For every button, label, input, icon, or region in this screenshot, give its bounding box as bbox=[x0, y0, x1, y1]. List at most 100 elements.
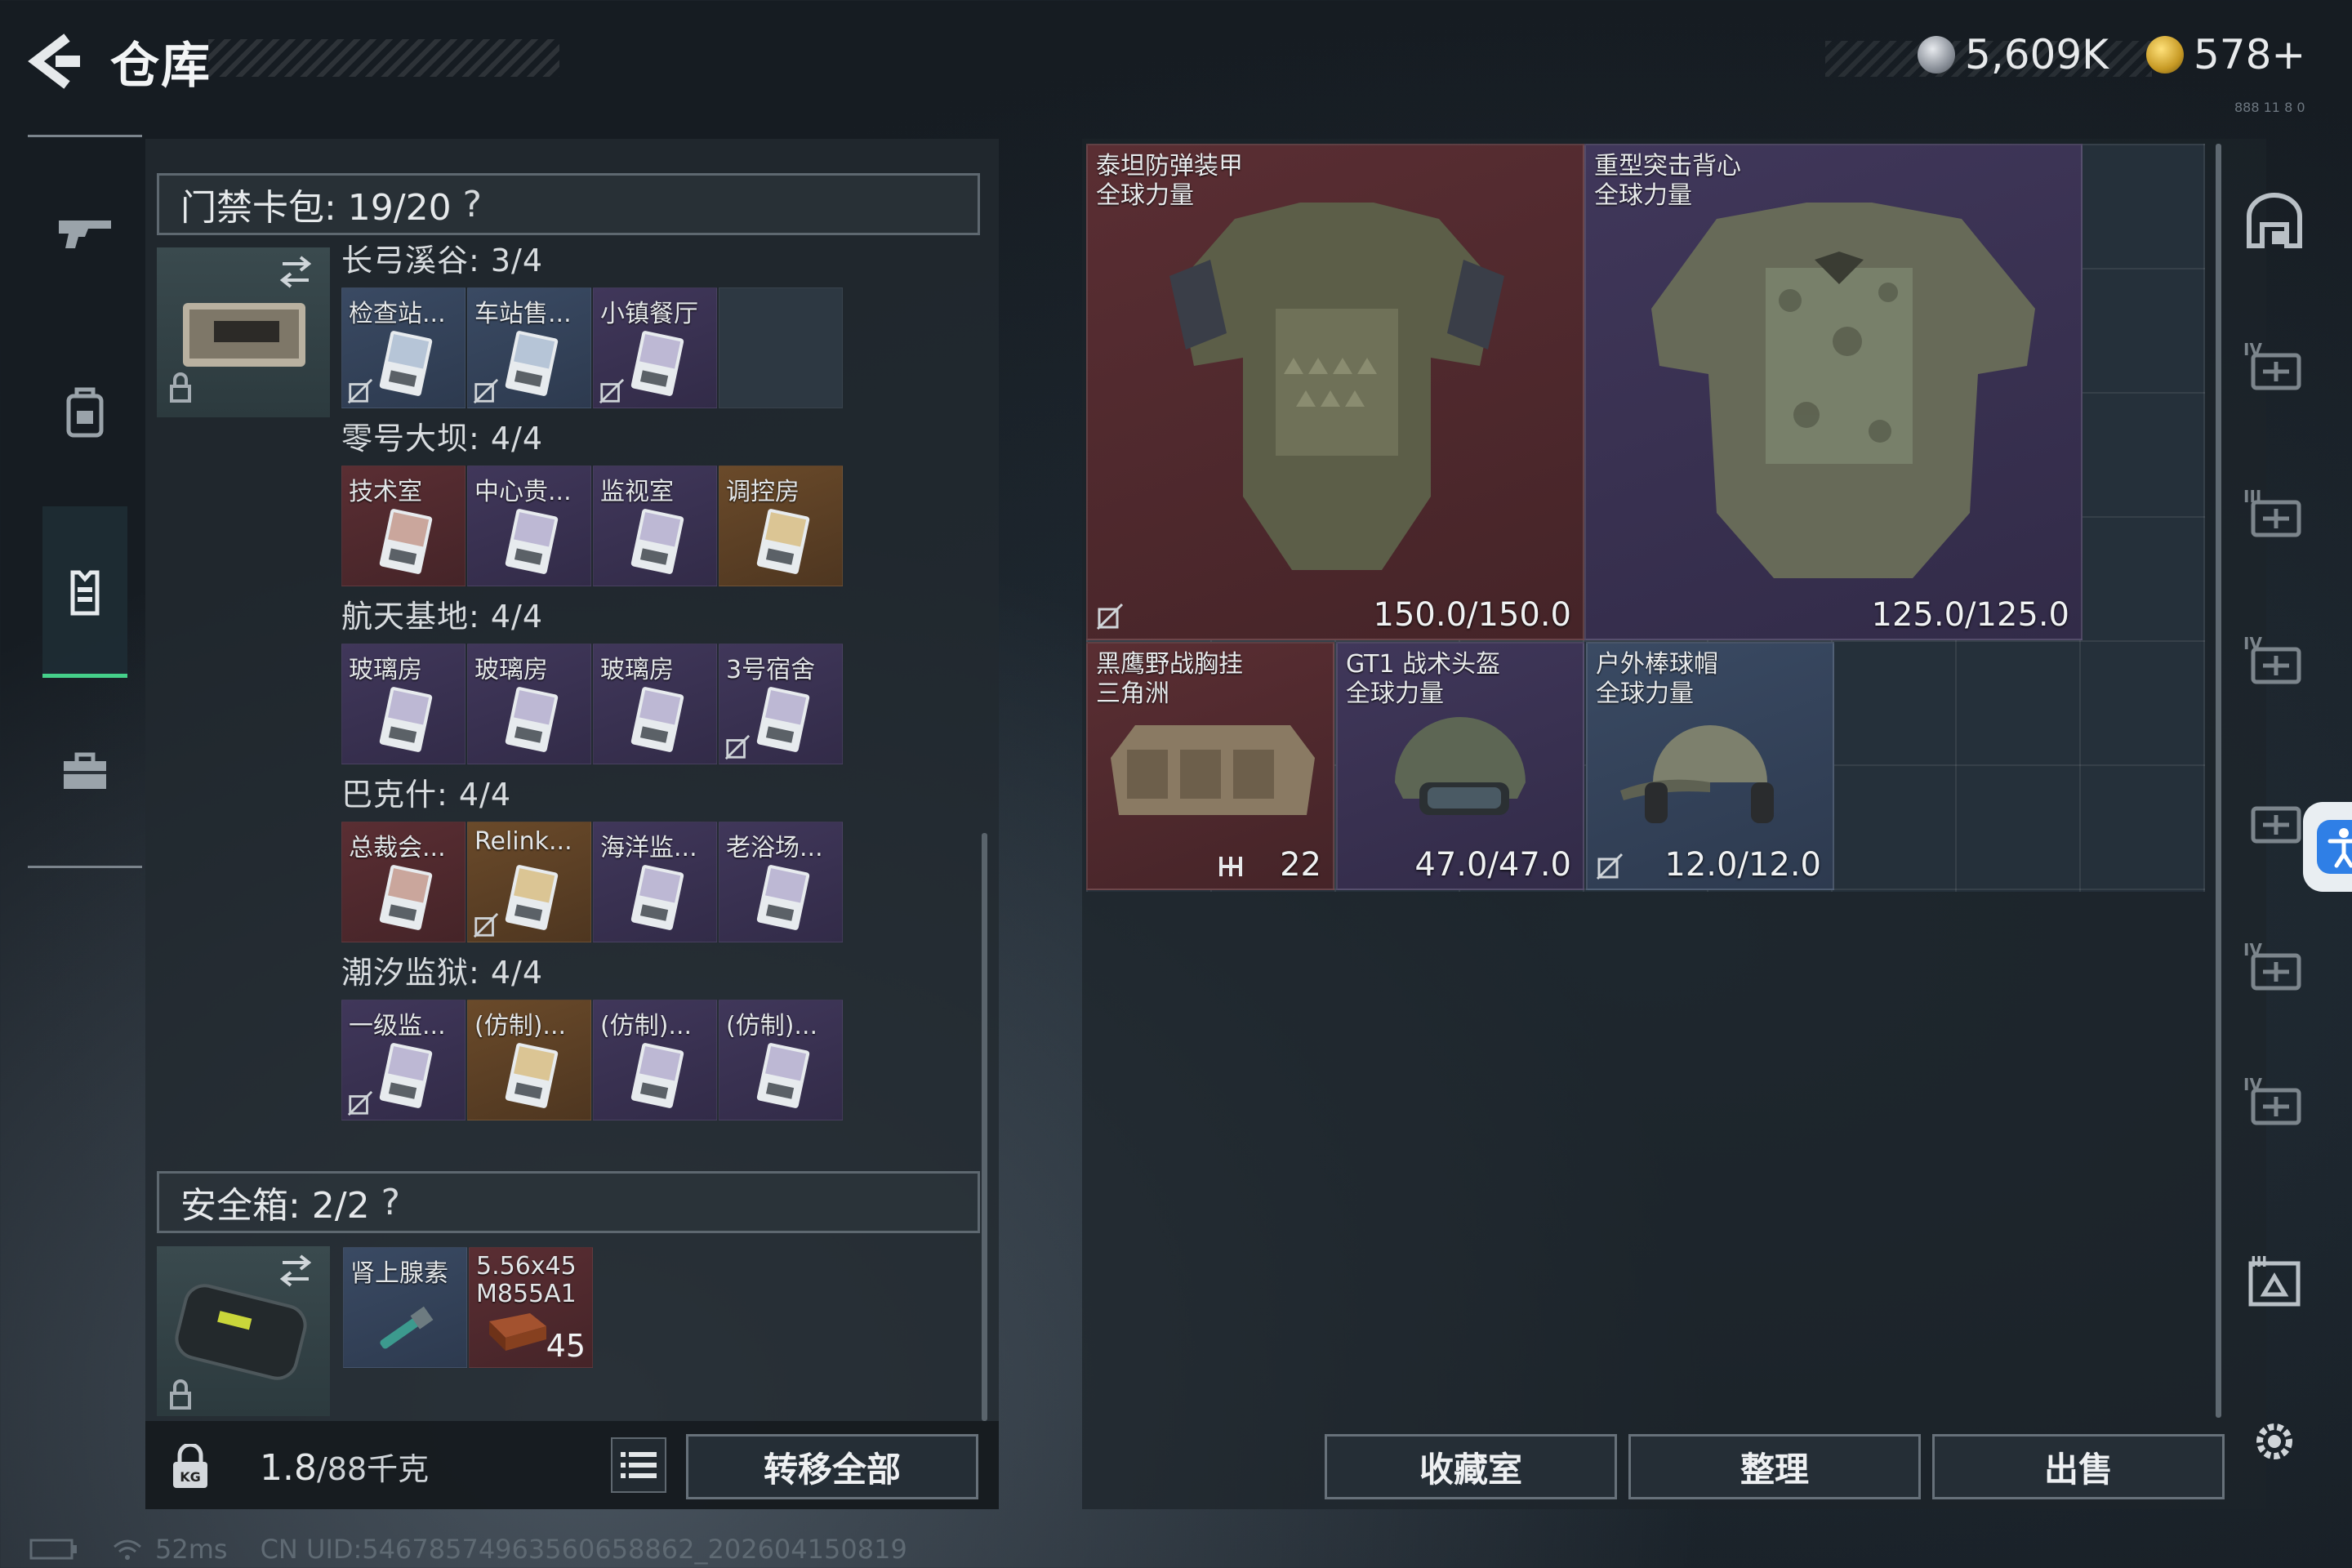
keycard-slot[interactable]: 调控房 bbox=[719, 466, 843, 586]
syringe-icon bbox=[380, 1306, 434, 1349]
keycard-label: 技术室 bbox=[349, 478, 422, 506]
gear-slot-icon bbox=[2251, 806, 2301, 844]
keycard-icon bbox=[505, 865, 559, 930]
keycard-slot[interactable]: (仿制)... bbox=[593, 1000, 717, 1120]
keycard-icon bbox=[630, 331, 684, 396]
wifi-icon bbox=[114, 1539, 141, 1560]
stash-scrollbar[interactable] bbox=[2216, 144, 2221, 1418]
keycard-slot[interactable]: 玻璃房 bbox=[467, 644, 591, 764]
rail-weapons[interactable] bbox=[28, 176, 142, 290]
safe-section-label: 安全箱: 2/2 bbox=[180, 1185, 370, 1227]
safe-section-header: 安全箱: 2/2 ? bbox=[157, 1171, 980, 1233]
keycard-label: Relink... bbox=[474, 827, 572, 856]
accessibility-button[interactable] bbox=[2303, 802, 2352, 892]
gear-slot-icon: IV bbox=[2243, 1075, 2301, 1125]
keycard-slot[interactable]: 玻璃房 bbox=[341, 644, 466, 764]
rail-category-6[interactable]: IV bbox=[2238, 1045, 2311, 1160]
help-icon[interactable]: ? bbox=[463, 184, 482, 225]
keycard-label: 车站售... bbox=[474, 300, 572, 328]
keycard-icon bbox=[756, 865, 810, 930]
equip-vest-heavy[interactable]: 重型突击背心 全球力量 125.0/125.0 bbox=[1584, 144, 2082, 640]
rail-category-4[interactable] bbox=[2238, 764, 2311, 878]
back-arrow-icon[interactable] bbox=[24, 33, 82, 90]
keycard-label: 海洋监... bbox=[600, 834, 697, 862]
rail-camera-a[interactable]: III bbox=[2238, 1225, 2311, 1339]
keycard-icon bbox=[630, 509, 684, 574]
stash-house-icon bbox=[2247, 193, 2302, 248]
keycard-holder-slot[interactable] bbox=[157, 247, 330, 417]
keycard-slot[interactable]: Relink... bbox=[467, 822, 591, 942]
safe-cell-adrenaline[interactable]: 肾上腺素 bbox=[343, 1247, 467, 1368]
rail-category-1[interactable]: IV bbox=[2238, 310, 2311, 425]
silver-coin-icon bbox=[1918, 36, 1955, 74]
keycard-section-header: 门禁卡包: 19/20 ? bbox=[157, 173, 980, 235]
currency-gold[interactable]: 578+ bbox=[2146, 31, 2305, 78]
rail-settings[interactable] bbox=[2238, 1384, 2311, 1499]
rail-category-3[interactable]: IV bbox=[2238, 604, 2311, 719]
equip-helmet-gt1[interactable]: GT1 战术头盔 全球力量 47.0/47.0 bbox=[1336, 642, 1584, 890]
keycard-label: 检查站... bbox=[349, 300, 446, 328]
weight-lock-icon: KG bbox=[170, 1444, 211, 1490]
build-info: 888 11 8 0 bbox=[2234, 100, 2305, 115]
rail-stash-home[interactable] bbox=[2238, 163, 2311, 278]
network-status: 52ms bbox=[111, 1534, 228, 1565]
currency-silver[interactable]: 5,609K bbox=[1918, 31, 2109, 78]
keycard-slot[interactable]: 中心贵... bbox=[467, 466, 591, 586]
keycard-slot[interactable]: (仿制)... bbox=[719, 1000, 843, 1120]
keycard-slot[interactable] bbox=[719, 287, 843, 408]
keycard-label: 玻璃房 bbox=[349, 656, 422, 684]
ammo-box-icon bbox=[489, 1313, 546, 1351]
help-icon[interactable]: ? bbox=[381, 1182, 400, 1223]
safe-box-slot[interactable] bbox=[157, 1246, 330, 1416]
keycard-icon bbox=[379, 509, 433, 574]
keycard-label: 调控房 bbox=[726, 478, 800, 506]
keycard-group-label: 长弓溪谷: 3/4 bbox=[341, 243, 544, 278]
keycard-icon bbox=[505, 1043, 559, 1108]
keycard-slot[interactable]: 3号宿舍 bbox=[719, 644, 843, 764]
gear-slot-icon: IV bbox=[2243, 340, 2301, 390]
rail-briefcase[interactable] bbox=[28, 715, 142, 829]
keycard-group: 潮汐监狱: 4/4 一级监... (仿制)... (仿制)... (仿制)... bbox=[341, 951, 843, 1120]
keycard-slot[interactable]: 一级监... bbox=[341, 1000, 466, 1120]
list-view-button[interactable] bbox=[611, 1437, 666, 1493]
keycard-slot[interactable]: 海洋监... bbox=[593, 822, 717, 942]
equip-armor-titan[interactable]: 泰坦防弹装甲 全球力量 150.0/150.0 bbox=[1086, 144, 1584, 640]
keycard-label: (仿制)... bbox=[726, 1012, 818, 1040]
keycard-slot[interactable]: 总裁会... bbox=[341, 822, 466, 942]
ping-value: 52ms bbox=[155, 1534, 228, 1565]
item-durability: 125.0/125.0 bbox=[1871, 596, 2070, 634]
safe-cell-ammo[interactable]: 5.56x45 M855A1 45 bbox=[469, 1247, 593, 1368]
keycard-slot[interactable]: 车站售... bbox=[467, 287, 591, 408]
tactical-helmet-image bbox=[1395, 717, 1526, 815]
chest-rig-image bbox=[1111, 725, 1315, 815]
equip-baseball-cap[interactable]: 户外棒球帽 全球力量 12.0/12.0 bbox=[1586, 642, 1834, 890]
rail-backpack[interactable] bbox=[28, 355, 142, 470]
keycard-slot[interactable]: 玻璃房 bbox=[593, 644, 717, 764]
keycard-group: 巴克什: 4/4 总裁会... Relink... 海洋监... 老浴场... bbox=[341, 773, 843, 942]
svg-text:IV: IV bbox=[2243, 940, 2262, 960]
keycard-slot[interactable]: 监视室 bbox=[593, 466, 717, 586]
gear-icon bbox=[2256, 1423, 2292, 1459]
keycard-icon bbox=[630, 1043, 684, 1108]
collection-room-button[interactable]: 收藏室 bbox=[1325, 1434, 1617, 1499]
keycard-icon bbox=[756, 1043, 810, 1108]
no-sell-icon bbox=[347, 1090, 373, 1116]
equip-chest-rig[interactable]: 黑鹰野战胸挂 三角洲 22 bbox=[1086, 642, 1334, 890]
inventory-scrollbar[interactable] bbox=[982, 833, 987, 1421]
item-capacity: 22 bbox=[1280, 846, 1321, 884]
keycard-slot[interactable]: 小镇餐厅 bbox=[593, 287, 717, 408]
keycard-section-label: 门禁卡包: 19/20 bbox=[180, 187, 452, 229]
transfer-all-button[interactable]: 转移全部 bbox=[686, 1434, 978, 1499]
rail-category-5[interactable]: IV bbox=[2238, 911, 2311, 1025]
keycard-slot[interactable]: 检查站... bbox=[341, 287, 466, 408]
keycard-icon bbox=[756, 687, 810, 752]
rail-vest[interactable] bbox=[28, 535, 142, 649]
keycard-slot[interactable]: 老浴场... bbox=[719, 822, 843, 942]
no-sell-icon bbox=[347, 378, 373, 404]
sort-button[interactable]: 整理 bbox=[1628, 1434, 1921, 1499]
keycard-slot[interactable]: 技术室 bbox=[341, 466, 466, 586]
rail-category-2[interactable]: III bbox=[2238, 457, 2311, 572]
keycard-slot[interactable]: (仿制)... bbox=[467, 1000, 591, 1120]
sell-button[interactable]: 出售 bbox=[1932, 1434, 2225, 1499]
body-armor-image bbox=[1169, 203, 1504, 570]
